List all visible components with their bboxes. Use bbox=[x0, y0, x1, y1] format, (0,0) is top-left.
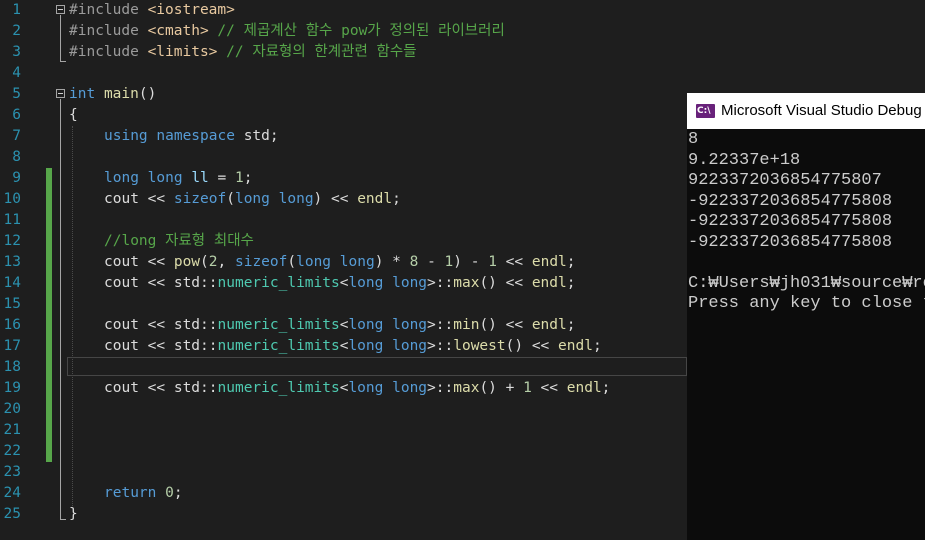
console-output-line: 9223372036854775807 bbox=[688, 171, 882, 190]
line-number: 5 bbox=[12, 86, 21, 102]
line-number: 17 bbox=[3, 338, 21, 354]
code-line-1[interactable]: 1 #include <iostream> bbox=[0, 0, 925, 21]
line-number: 11 bbox=[3, 212, 21, 228]
line-number: 13 bbox=[3, 254, 21, 270]
console-output-line: -9223372036854775808 bbox=[688, 232, 893, 252]
line-number: 18 bbox=[3, 359, 21, 375]
line-number: 24 bbox=[3, 485, 21, 501]
code-text: cout << std::numeric_limits<long long>::… bbox=[104, 317, 576, 333]
code-text: #include <iostream> bbox=[69, 2, 235, 18]
code-text: cout << std::numeric_limits<long long>::… bbox=[104, 380, 611, 396]
code-text: long long ll = 1; bbox=[104, 170, 253, 186]
code-text: cout << std::numeric_limits<long long>::… bbox=[104, 275, 576, 291]
line-number: 23 bbox=[3, 464, 21, 480]
code-text: cout << std::numeric_limits<long long>::… bbox=[104, 338, 602, 354]
code-text: int main() bbox=[69, 86, 157, 102]
console-output-line: -9223372036854775808 bbox=[688, 191, 893, 211]
console-app-icon: C:\ bbox=[696, 104, 715, 118]
console-titlebar[interactable]: C:\ Microsoft Visual Studio Debug Consol… bbox=[687, 93, 925, 129]
code-line-4[interactable]: 4 bbox=[0, 63, 925, 84]
console-output-line: Press any key to close this window bbox=[688, 294, 925, 313]
console-output-line: 8 bbox=[688, 130, 699, 149]
line-number: 10 bbox=[3, 191, 21, 207]
line-number: 25 bbox=[3, 506, 21, 522]
console-title: Microsoft Visual Studio Debug Console bbox=[721, 102, 925, 119]
code-text: using namespace std; bbox=[104, 128, 279, 144]
code-text: } bbox=[69, 506, 78, 522]
code-text: #include <cmath> // 제곱계산 함수 pow가 정의된 라이브… bbox=[69, 23, 505, 39]
line-number: 15 bbox=[3, 296, 21, 312]
debug-console-window[interactable]: C:\ Microsoft Visual Studio Debug Consol… bbox=[687, 93, 925, 540]
code-line-2[interactable]: 2 #include <cmath> // 제곱계산 함수 pow가 정의된 라… bbox=[0, 21, 925, 42]
code-line-3[interactable]: 3 #include <limits> // 자료형의 한계관련 함수들 bbox=[0, 42, 925, 63]
line-number: 16 bbox=[3, 317, 21, 333]
collapse-toggle-icon[interactable] bbox=[56, 5, 65, 14]
line-number: 20 bbox=[3, 401, 21, 417]
line-number: 14 bbox=[3, 275, 21, 291]
line-number: 4 bbox=[12, 65, 21, 81]
code-text: cout << sizeof(long long) << endl; bbox=[104, 191, 401, 207]
line-number: 22 bbox=[3, 443, 21, 459]
code-text: { bbox=[69, 107, 78, 123]
console-output-line: 9.22337e+18 bbox=[688, 150, 801, 170]
line-number: 9 bbox=[12, 170, 21, 186]
line-number: 3 bbox=[12, 44, 21, 60]
console-output-line: C:₩Users₩jh031₩source₩repos bbox=[688, 273, 925, 293]
line-number: 1 bbox=[12, 2, 21, 18]
line-number: 19 bbox=[3, 380, 21, 396]
line-number: 2 bbox=[12, 23, 21, 39]
code-text: #include <limits> // 자료형의 한계관련 함수들 bbox=[69, 44, 417, 60]
code-text: cout << pow(2, sizeof(long long) * 8 - 1… bbox=[104, 254, 576, 270]
line-number: 8 bbox=[12, 149, 21, 165]
code-comment: //long 자료형 최대수 bbox=[104, 233, 254, 249]
line-number: 12 bbox=[3, 233, 21, 249]
collapse-toggle-icon[interactable] bbox=[56, 89, 65, 98]
console-output-line: -9223372036854775808 bbox=[688, 212, 893, 231]
line-number: 21 bbox=[3, 422, 21, 438]
code-text: return 0; bbox=[104, 485, 183, 501]
line-number: 6 bbox=[12, 107, 21, 123]
